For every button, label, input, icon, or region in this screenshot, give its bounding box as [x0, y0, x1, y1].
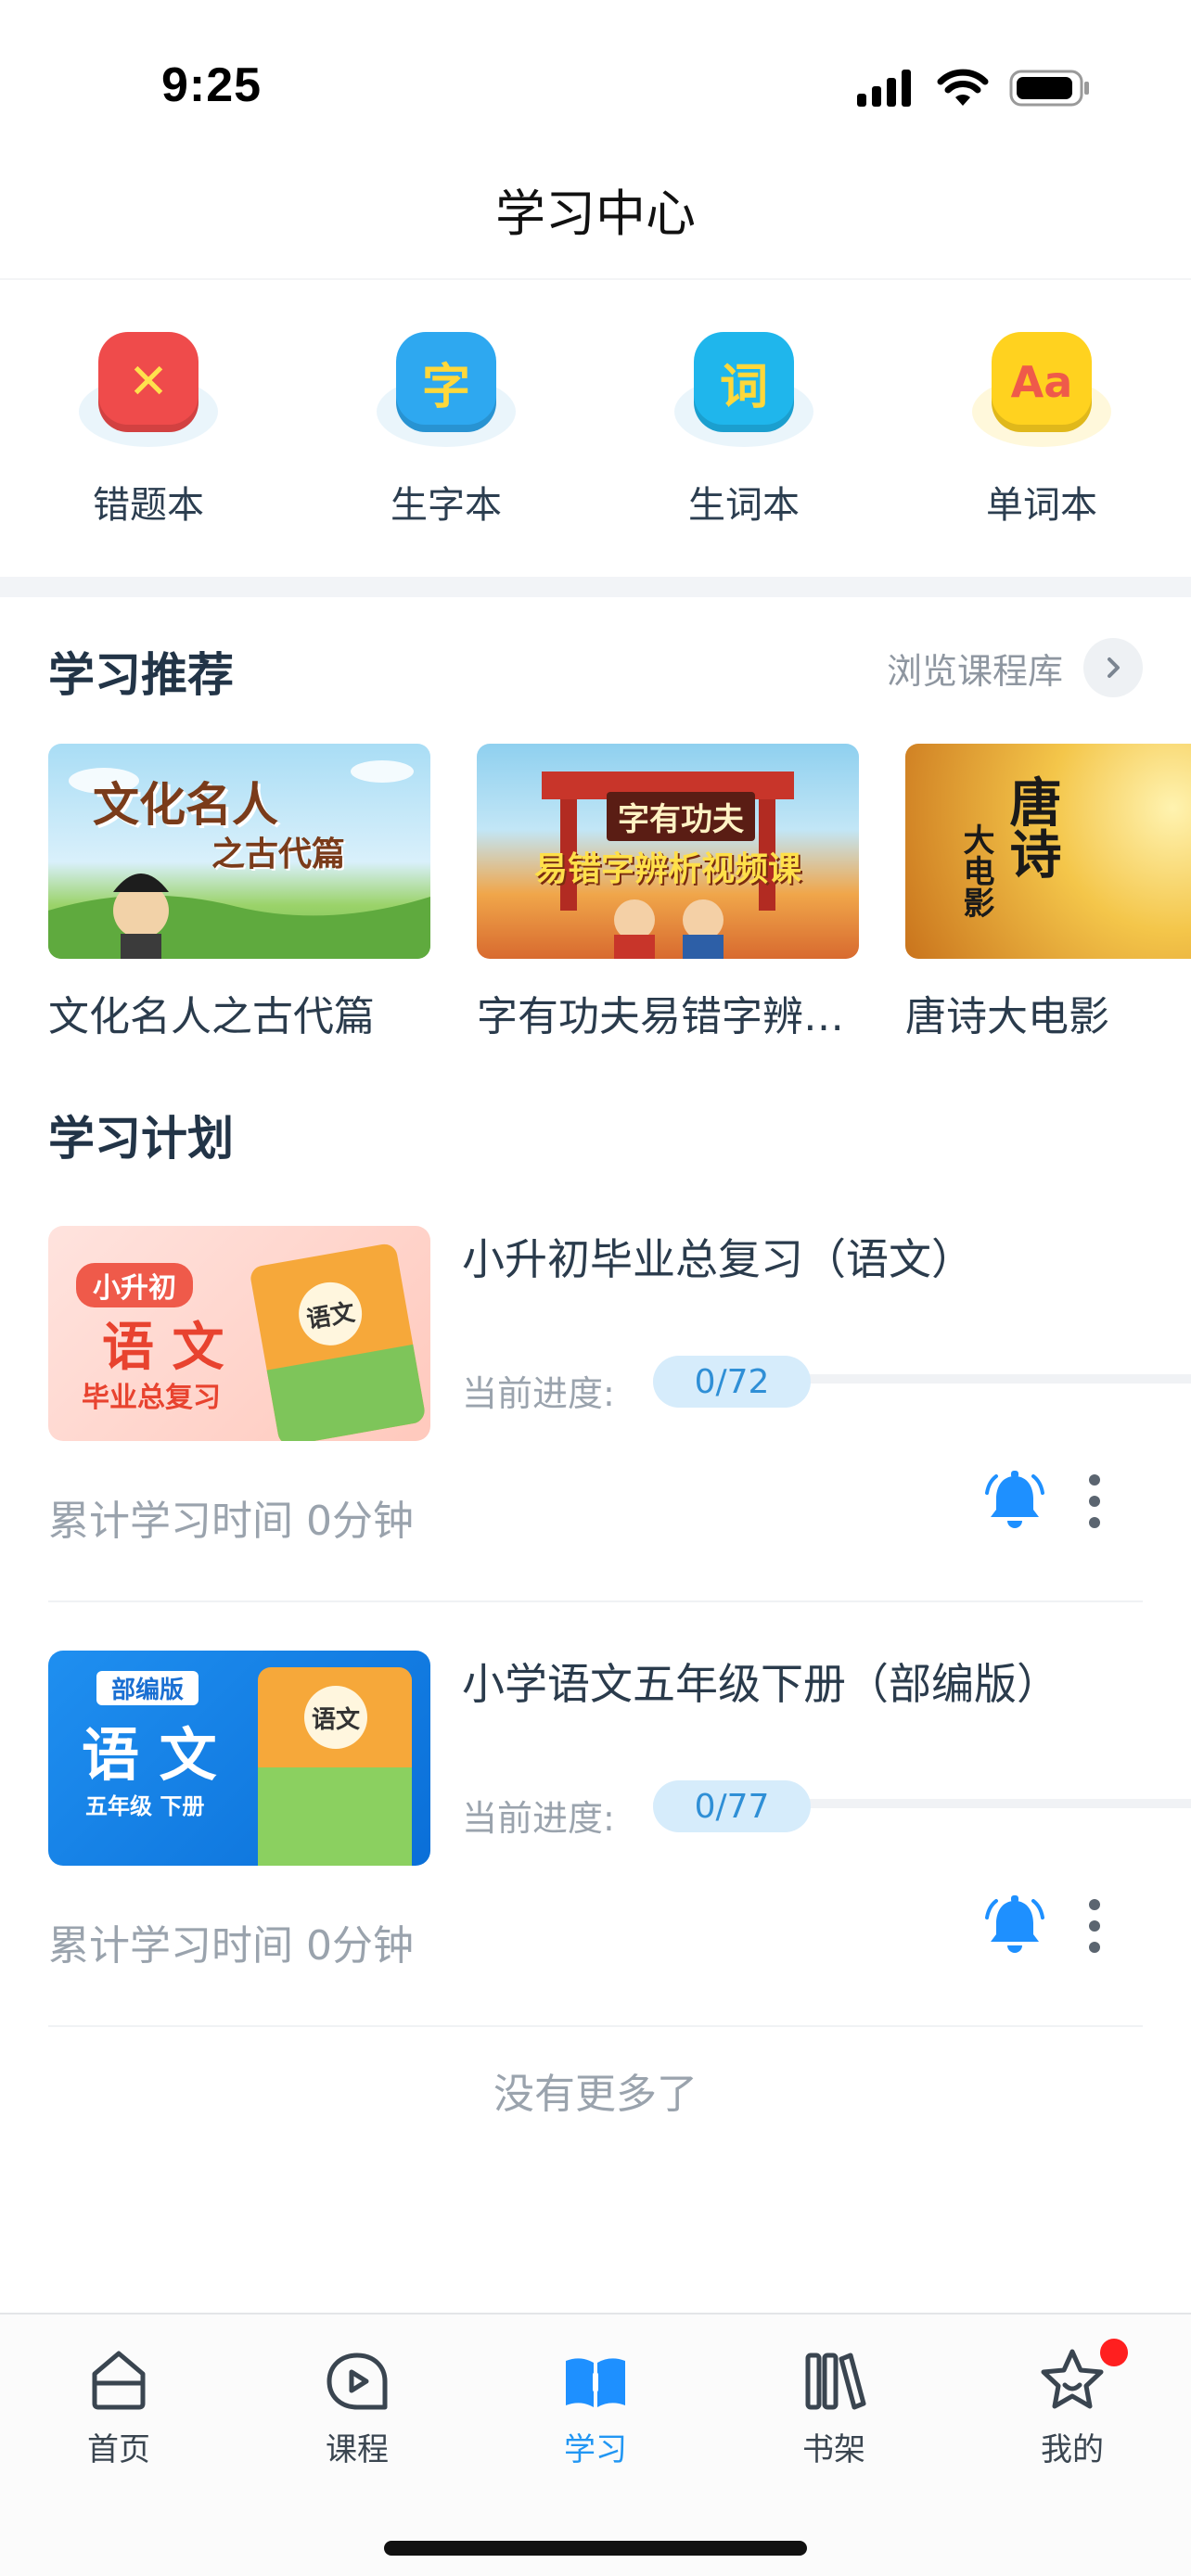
book-cover: 语文 [258, 1667, 412, 1866]
divider [48, 1600, 1143, 1602]
tab-study[interactable]: 学习 [521, 2342, 670, 2469]
cellular-signal-icon [857, 70, 911, 107]
tool-label: 生字本 [391, 484, 502, 527]
course-cover-image: 文化名人 之古代篇 [48, 744, 430, 959]
recommend-list: 文化名人 之古代篇 文化名人之古代篇 字有功夫 易错字辨析视频课 字有功夫易错字… [48, 744, 1191, 1050]
cover-subtext: 易错字辨析视频课 [533, 850, 801, 888]
wifi-icon [937, 69, 989, 106]
plan-cover-image: 小升初 语 文 毕业总复习 语文 [48, 1226, 430, 1441]
tab-label: 课程 [326, 2431, 389, 2468]
course-cover-image: 唐诗 大电影 [905, 744, 1191, 959]
bookshelf-icon [805, 2353, 866, 2410]
cover-main-text: 语 文 [82, 1721, 217, 1789]
tool-character-book[interactable]: 字 生字本 [353, 326, 539, 540]
recommend-card-title: 唐诗大电影 [905, 993, 1109, 1040]
english-word-book-icon: Aa [992, 332, 1092, 432]
quick-tools: ✕ 错题本 字 生字本 词 生词本 Aa 单词本 [0, 278, 1191, 577]
recommend-card[interactable]: 字有功夫 易错字辨析视频课 字有功夫易错字辨析视频课 [477, 744, 859, 1042]
status-icons [857, 65, 1091, 111]
section-divider [0, 577, 1191, 597]
reminder-bell-icon[interactable] [983, 1469, 1046, 1532]
study-time: 累计学习时间 0分钟 [48, 1498, 414, 1545]
tab-label: 首页 [87, 2431, 150, 2468]
tool-label: 单词本 [986, 484, 1097, 527]
cover-text: 唐诗 [1001, 775, 1062, 879]
battery-icon [1009, 70, 1089, 107]
progress-label: 当前进度: [462, 1798, 615, 1839]
reminder-bell-icon[interactable] [983, 1894, 1046, 1957]
recommend-card[interactable]: 文化名人 之古代篇 文化名人之古代篇 [48, 744, 430, 1042]
cover-subtext: 大电影 [957, 823, 994, 918]
character-book-icon: 字 [396, 332, 496, 432]
page-header: 学习中心 [0, 139, 1191, 278]
word-book-icon: 词 [694, 332, 794, 432]
cover-text: 文化名人 [93, 778, 278, 832]
study-icon [566, 2358, 625, 2407]
recommend-card-title: 文化名人之古代篇 [48, 993, 375, 1040]
home-icon [92, 2351, 146, 2410]
cover-text: 字有功夫 [607, 792, 755, 841]
no-more-text: 没有更多了 [493, 2071, 698, 2118]
progress-value: 0/72 [653, 1356, 811, 1408]
cover-tag: 部编版 [96, 1671, 199, 1705]
tab-profile[interactable]: 我的 [998, 2339, 1146, 2469]
more-options-icon[interactable] [1076, 1469, 1113, 1534]
progress-value: 0/77 [653, 1780, 811, 1832]
tool-english-word-book[interactable]: Aa 单词本 [949, 326, 1134, 540]
tool-label: 错题本 [93, 484, 204, 527]
tab-bar: 首页 课程 学习 书架 我的 [0, 2313, 1191, 2576]
chevron-right-icon [1083, 638, 1143, 697]
plan-cover-image: 部编版 语 文 五年级 下册 语文 [48, 1651, 430, 1866]
more-options-icon[interactable] [1076, 1894, 1113, 1958]
study-time: 累计学习时间 0分钟 [48, 1922, 414, 1970]
book-cover: 语文 [249, 1242, 427, 1441]
cover-sub-text: 五年级 下册 [85, 1793, 205, 1819]
plan-title: 小升初毕业总复习（语文） [462, 1234, 974, 1284]
plan-title: 小学语文五年级下册（部编版） [462, 1659, 1059, 1709]
notification-badge [1100, 2339, 1128, 2366]
recommend-card[interactable]: 唐诗 大电影 唐诗大电影 [905, 744, 1191, 1042]
page-title: 学习中心 [495, 184, 696, 243]
profile-icon [1041, 2349, 1104, 2409]
cover-sub-text: 毕业总复习 [82, 1382, 221, 1414]
tool-word-book[interactable]: 词 生词本 [651, 326, 837, 540]
book-label: 语文 [304, 1686, 367, 1749]
tab-home[interactable]: 首页 [45, 2342, 193, 2469]
tab-label: 学习 [564, 2431, 627, 2468]
status-time: 9:25 [161, 58, 263, 112]
recommend-section-title: 学习推荐 [48, 648, 234, 702]
course-cover-image: 字有功夫 易错字辨析视频课 [477, 744, 859, 959]
progress-label: 当前进度: [462, 1373, 615, 1414]
home-indicator [384, 2541, 807, 2556]
recommend-card-title: 字有功夫易错字辨析视频课 [477, 993, 859, 1040]
wrong-book-icon: ✕ [98, 332, 198, 432]
plan-section-title: 学习计划 [48, 1112, 234, 1166]
cover-tag: 小升初 [76, 1263, 193, 1307]
book-label: 语文 [293, 1277, 367, 1351]
tab-bookshelf[interactable]: 书架 [760, 2342, 908, 2469]
divider [48, 2025, 1143, 2027]
tab-course[interactable]: 课程 [283, 2342, 431, 2469]
cover-subtext: 之古代篇 [211, 835, 346, 874]
tool-wrong-book[interactable]: ✕ 错题本 [56, 326, 241, 540]
cover-main-text: 语 文 [102, 1318, 224, 1378]
status-bar: 9:25 [0, 0, 1191, 139]
course-icon [327, 2353, 388, 2410]
browse-course-library-link[interactable]: 浏览课程库 [887, 638, 1143, 697]
tool-label: 生词本 [688, 484, 800, 527]
browse-label: 浏览课程库 [886, 650, 1063, 692]
tab-label: 我的 [1041, 2431, 1104, 2468]
tab-label: 书架 [802, 2431, 865, 2468]
